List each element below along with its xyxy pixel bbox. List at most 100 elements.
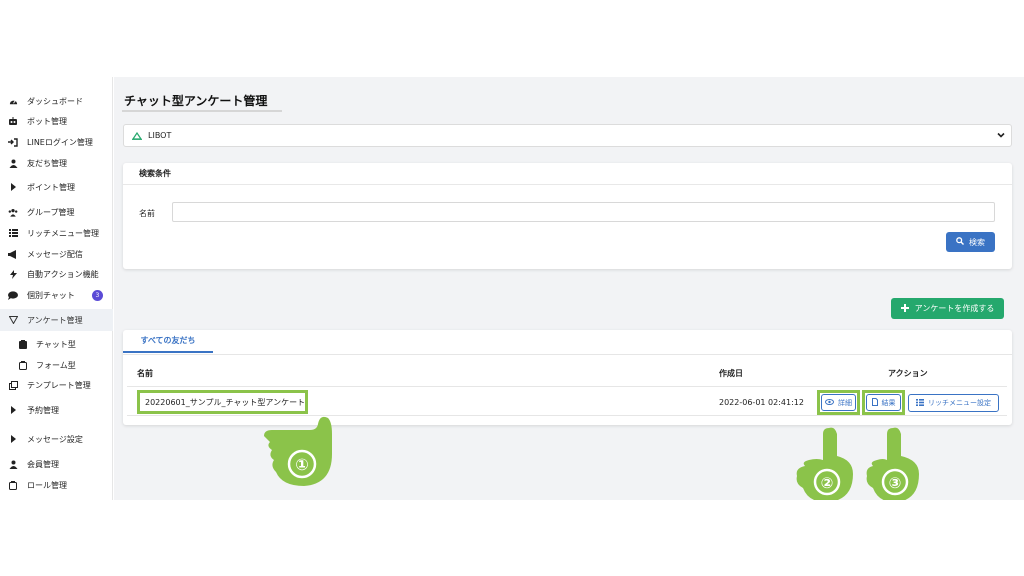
detail-button[interactable]: 詳細	[821, 394, 856, 411]
chat-icon	[8, 290, 18, 300]
bot-select[interactable]: LIBOT	[123, 124, 1012, 147]
sidebar-item-label: ダッシュボード	[27, 96, 83, 106]
sidebar-item-auto-action[interactable]: 自動アクション機能	[0, 264, 113, 284]
sidebar-item-line-login[interactable]: LINEログイン管理	[0, 132, 113, 152]
name-search-input[interactable]	[172, 202, 995, 222]
caret-right-icon	[8, 434, 18, 444]
app-window: ダッシュボード ボット管理 LINEログイン管理 友だち管理 ポイント管理 グル…	[0, 77, 1024, 500]
column-header-name: 名前	[137, 369, 153, 378]
create-survey-button[interactable]: アンケートを作成する	[891, 298, 1004, 319]
pointing-hand-1: ①	[262, 414, 342, 494]
survey-name-cell[interactable]: 20220601_サンプル_チャット型アンケート	[137, 390, 308, 414]
list-icon	[916, 398, 924, 408]
richmenu-settings-button[interactable]: リッチメニュー設定	[908, 394, 999, 412]
create-survey-label: アンケートを作成する	[914, 304, 995, 313]
megaphone-icon	[8, 249, 18, 259]
sidebar-item-label: グループ管理	[27, 207, 75, 217]
result-label: 結果	[881, 398, 896, 407]
sidebar-item-members[interactable]: 会員管理	[0, 454, 113, 474]
pointing-hand-2: ②	[795, 426, 857, 500]
caret-right-icon	[8, 182, 18, 192]
annotation-number-3: ③	[889, 474, 902, 492]
survey-name: 20220601_サンプル_チャット型アンケート	[145, 397, 306, 407]
sidebar-item-points[interactable]: ポイント管理	[0, 177, 113, 197]
plus-icon	[900, 303, 909, 314]
column-header-created: 作成日	[719, 369, 743, 378]
sidebar-item-label: アンケート管理	[27, 315, 83, 325]
sidebar-item-form-type[interactable]: フォーム型	[0, 355, 113, 375]
search-panel: 検索条件 名前 検索	[123, 163, 1012, 269]
sidebar: ダッシュボード ボット管理 LINEログイン管理 友だち管理 ポイント管理 グル…	[0, 77, 113, 500]
users-icon	[8, 207, 18, 217]
result-button[interactable]: 結果	[866, 394, 901, 411]
list-icon	[8, 228, 18, 238]
sidebar-item-dashboard[interactable]: ダッシュボード	[0, 91, 113, 111]
sidebar-item-message-settings[interactable]: メッセージ設定	[0, 429, 113, 449]
main-content: チャット型アンケート管理 LIBOT 検索条件 名前 検索 アンケートを作成する…	[114, 77, 1024, 500]
detail-label: 詳細	[838, 398, 852, 407]
sidebar-item-label: メッセージ配信	[27, 249, 83, 259]
search-button[interactable]: 検索	[946, 232, 995, 252]
user-icon	[8, 459, 18, 469]
search-panel-header: 検索条件	[123, 163, 1012, 185]
tab-divider	[123, 354, 1012, 355]
clipboard-icon	[18, 339, 28, 349]
clipboard-outline-icon	[18, 360, 28, 370]
title-underline	[122, 110, 282, 112]
sidebar-item-chat[interactable]: 個別チャット 3	[0, 285, 113, 305]
search-button-label: 検索	[969, 237, 985, 247]
annotation-number-2: ②	[821, 474, 834, 492]
dashboard-icon	[8, 96, 18, 106]
sidebar-item-label: 個別チャット	[27, 290, 75, 300]
search-icon	[956, 237, 964, 247]
sidebar-item-groups[interactable]: グループ管理	[0, 202, 113, 222]
sidebar-item-reservations[interactable]: 予約管理	[0, 400, 113, 420]
sidebar-item-label: ボット管理	[27, 116, 67, 126]
chevron-down-outline-icon	[8, 315, 18, 325]
bot-logo-icon	[131, 131, 143, 140]
sidebar-item-label: 友だち管理	[27, 158, 67, 168]
richmenu-settings-label: リッチメニュー設定	[928, 399, 991, 407]
copy-icon	[8, 380, 18, 390]
sidebar-item-label: リッチメニュー管理	[27, 228, 99, 238]
tab-all-friends[interactable]: すべての友だち	[123, 330, 213, 353]
sidebar-item-label: フォーム型	[36, 360, 76, 370]
sidebar-item-survey[interactable]: アンケート管理	[0, 309, 113, 331]
eye-icon	[825, 398, 834, 407]
sidebar-item-label: テンプレート管理	[27, 380, 91, 390]
header-divider	[127, 386, 1007, 387]
sidebar-item-friends[interactable]: 友だち管理	[0, 153, 113, 173]
caret-right-icon	[8, 405, 18, 415]
sidebar-item-label: 会員管理	[27, 459, 59, 469]
robot-icon	[8, 116, 18, 126]
sidebar-item-bot[interactable]: ボット管理	[0, 111, 113, 131]
sidebar-item-chat-type[interactable]: チャット型	[0, 334, 113, 354]
annotation-number-1: ①	[295, 455, 309, 474]
sidebar-item-label: 自動アクション機能	[27, 269, 99, 279]
survey-created-date: 2022-06-01 02:41:12	[719, 398, 804, 407]
sign-in-icon	[8, 137, 18, 147]
sidebar-item-templates[interactable]: テンプレート管理	[0, 375, 113, 395]
sidebar-item-label: ポイント管理	[27, 182, 75, 192]
survey-list-panel: すべての友だち 名前 作成日 アクション 20220601_サンプル_チャット型…	[123, 330, 1012, 425]
column-header-action: アクション	[888, 369, 928, 378]
clipboard-outline-icon	[8, 480, 18, 490]
page-title: チャット型アンケート管理	[124, 94, 268, 108]
unread-badge: 3	[91, 289, 103, 301]
pointing-hand-3: ③	[865, 426, 927, 500]
bolt-icon	[8, 269, 18, 279]
sidebar-item-label: チャット型	[36, 339, 76, 349]
bot-select-value: LIBOT	[148, 131, 172, 140]
sidebar-item-roles[interactable]: ロール管理	[0, 475, 113, 495]
sidebar-item-label: ロール管理	[27, 480, 67, 490]
user-icon	[8, 158, 18, 168]
sidebar-item-label: LINEログイン管理	[27, 137, 93, 147]
sidebar-item-richmenu[interactable]: リッチメニュー管理	[0, 223, 113, 243]
file-icon	[871, 397, 878, 408]
sidebar-item-label: 予約管理	[27, 405, 59, 415]
chevron-down-icon	[996, 130, 1006, 140]
name-label: 名前	[139, 209, 155, 218]
row-divider	[127, 415, 1007, 416]
sidebar-item-messages[interactable]: メッセージ配信	[0, 244, 113, 264]
sidebar-item-label: メッセージ設定	[27, 434, 83, 444]
